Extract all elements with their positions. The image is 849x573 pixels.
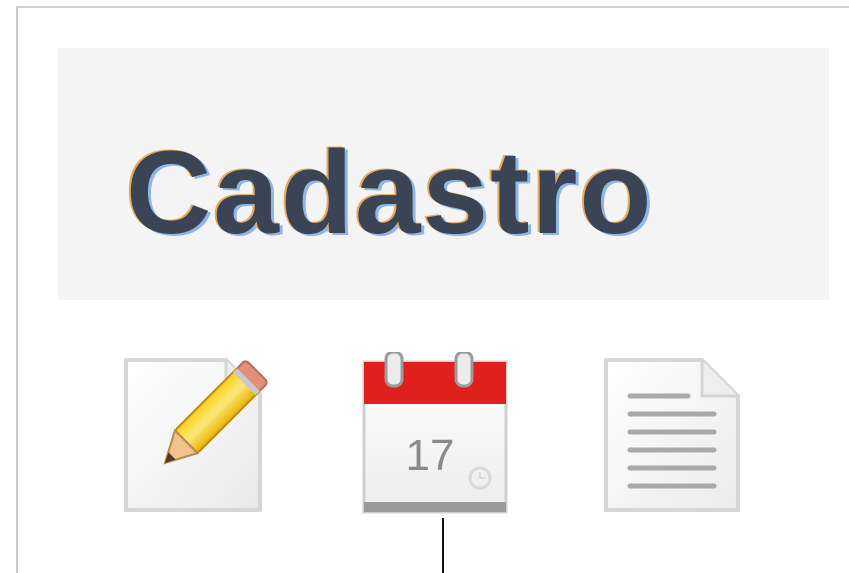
page-title: Cadastro [126,127,654,259]
calendar-button[interactable]: 17 [360,352,510,518]
edit-button[interactable] [118,352,268,518]
document-icon [598,352,748,518]
pencil-icon [118,352,268,518]
calendar-icon: 17 [360,352,510,518]
cursor-line [442,518,444,573]
section-header: Cadastro [58,48,829,300]
page: Cadastro 17 [0,0,849,573]
document-button[interactable] [598,352,748,518]
calendar-day-number: 17 [406,431,455,480]
